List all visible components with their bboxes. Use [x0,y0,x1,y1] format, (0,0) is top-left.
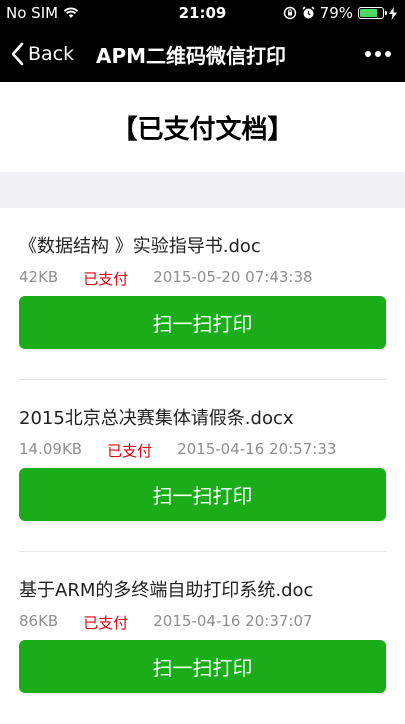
battery-fill [360,9,378,17]
document-size: 86KB [19,612,59,630]
dot-icon [375,51,381,57]
dot-icon [365,51,371,57]
document-name: 《数据结构 》实验指导书.doc [19,236,261,257]
orientation-lock-icon [283,6,296,20]
document-item: 2015北京总决赛集体请假条.docx 14.09KB 已支付 2015-04-… [0,380,405,552]
document-meta: 86KB 已支付 2015-04-16 20:37:07 [19,612,313,633]
nav-bar: Back APM二维码微信打印 [0,26,405,82]
document-size: 42KB [19,268,59,286]
back-button[interactable]: Back [10,26,74,82]
scan-to-print-button[interactable]: 扫一扫打印 [19,296,386,349]
document-size: 14.09KB [19,440,83,458]
document-item: 《数据结构 》实验指导书.doc 42KB 已支付 2015-05-20 07:… [0,208,405,380]
status-right: 79% [283,4,397,22]
payment-status: 已支付 [107,442,153,460]
chevron-left-icon [11,42,24,66]
back-label: Back [28,43,75,65]
more-options-button[interactable] [365,26,391,82]
payment-status: 已支付 [83,614,129,632]
section-spacer [0,172,405,208]
page-title: 【已支付文档】 [111,114,294,145]
document-timestamp: 2015-04-16 20:37:07 [153,612,313,630]
document-timestamp: 2015-04-16 20:57:33 [177,440,337,458]
payment-status: 已支付 [83,270,129,288]
nav-title: APM二维码微信打印 [96,43,287,68]
document-meta: 14.09KB 已支付 2015-04-16 20:57:33 [19,440,336,461]
document-list: 《数据结构 》实验指导书.doc 42KB 已支付 2015-05-20 07:… [0,208,405,724]
charging-bolt-icon [389,6,397,20]
document-timestamp: 2015-05-20 07:43:38 [153,268,313,286]
document-name: 基于ARM的多终端自助打印系统.doc [19,580,314,601]
battery-icon [358,7,387,19]
document-meta: 42KB 已支付 2015-05-20 07:43:38 [19,268,313,289]
document-item: 基于ARM的多终端自助打印系统.doc 86KB 已支付 2015-04-16 … [0,552,405,724]
scan-to-print-button[interactable]: 扫一扫打印 [19,640,386,693]
dot-icon [385,51,391,57]
status-bar: No SIM 21:09 79% [0,0,405,26]
scan-to-print-button[interactable]: 扫一扫打印 [19,468,386,521]
alarm-icon [302,6,315,19]
document-name: 2015北京总决赛集体请假条.docx [19,408,294,429]
battery-percent: 79% [319,4,353,22]
